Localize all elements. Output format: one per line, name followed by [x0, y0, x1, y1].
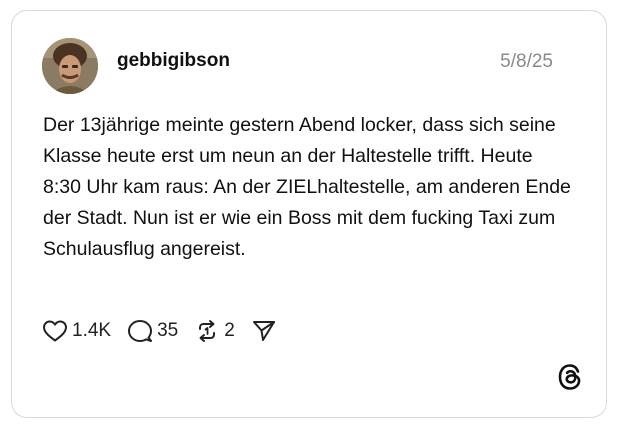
post-card: gebbigibson 5/8/25 Der 13jährige meinte … — [11, 10, 607, 418]
post-date: 5/8/25 — [500, 51, 553, 72]
heart-icon — [43, 320, 67, 342]
post-text: Der 13jährige meinte gestern Abend locke… — [43, 114, 571, 260]
share-button[interactable] — [251, 319, 277, 343]
repost-icon — [199, 320, 216, 342]
avatar[interactable] — [42, 38, 98, 94]
reply-button[interactable]: 35 — [127, 319, 178, 343]
repost-button[interactable]: 2 — [194, 319, 235, 343]
username[interactable]: gebbigibson — [117, 50, 230, 72]
threads-logo-icon — [557, 363, 583, 391]
speech-bubble-icon — [128, 320, 153, 342]
like-count: 1.4K — [72, 320, 112, 341]
like-button[interactable]: 1.4K — [42, 319, 111, 343]
send-icon — [252, 321, 275, 341]
reply-count: 35 — [157, 320, 179, 341]
repost-count: 2 — [224, 320, 235, 341]
action-bar: 1.4K 35 2 — [42, 316, 293, 346]
